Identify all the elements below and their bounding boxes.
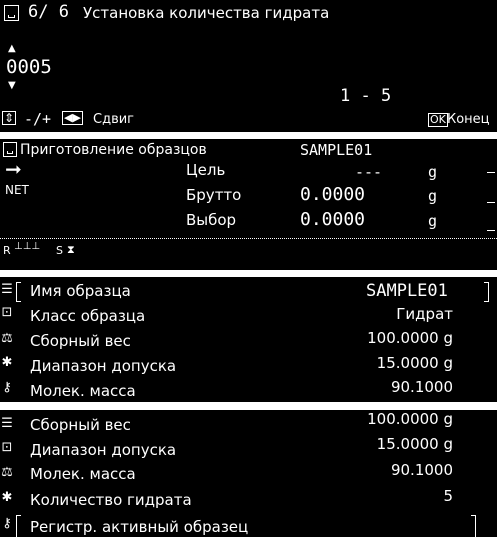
total-weight-value: 100.0000 g [367, 329, 453, 347]
mol-mass-value: 90.1000 [390, 461, 453, 479]
tolerance-value: 15.0000 g [376, 435, 453, 453]
arrow-right-icon: ➞ [5, 157, 22, 181]
tolerance-label[interactable]: Диапазон допуска [30, 441, 176, 459]
select-unit: g [428, 212, 438, 230]
arrow-up-icon[interactable]: ▲ [8, 43, 16, 54]
updown-key-icon[interactable]: ⇕ [2, 111, 17, 125]
arrow-down-icon[interactable]: ▼ [8, 80, 16, 91]
mol-mass-value: 90.1000 [390, 378, 453, 396]
selection-bracket-left [16, 282, 21, 302]
level-bar-3 [487, 230, 495, 231]
hydrate-count-label[interactable]: Количество гидрата [30, 491, 192, 509]
level-bar-2 [487, 202, 495, 203]
hydrate-count-value: 5 [443, 487, 453, 505]
gross-value: 0.0000 [300, 184, 366, 205]
selection-bracket-right [471, 515, 476, 537]
range-hint: 1 - 5 [340, 86, 392, 106]
stability-scale-icon: ⊥⊥⊥ [14, 241, 41, 252]
sample-prep-panel: Приготовление образцов SAMPLE01 ➞ NET Це… [0, 139, 497, 270]
hydrate-settings-panel: ☰ ⊡ ⚖ ✱ ⚷ Сборный вес 100.0000 g Диапазо… [0, 410, 497, 537]
hydrate-count-input[interactable]: 0005 [6, 56, 52, 78]
end-label: Конец [447, 112, 490, 127]
ok-key[interactable]: OK [428, 113, 448, 127]
list-icon: ☰ [1, 416, 13, 431]
key-icon: ⚷ [2, 516, 12, 531]
scale-icon: ⚖ [1, 465, 13, 480]
total-weight-label[interactable]: Сборный вес [30, 416, 131, 434]
scale-icon: ⚖ [1, 331, 13, 346]
sample-class-value: Гидрат [396, 305, 453, 323]
total-weight-label[interactable]: Сборный вес [30, 332, 131, 350]
register-active-sample-item[interactable]: Регистр. активный образец [30, 518, 248, 536]
gear-icon: ✱ [1, 355, 13, 370]
mol-mass-label[interactable]: Молек. масса [30, 382, 136, 400]
sample-name-label[interactable]: Имя образца [30, 282, 131, 300]
list-icon: ☰ [1, 282, 13, 297]
gross-unit: g [428, 187, 438, 205]
target-value: --- [355, 163, 383, 181]
selection-bracket-left [16, 515, 21, 537]
key-icon: ⚷ [2, 380, 12, 395]
level-bar-1 [487, 172, 495, 173]
shift-key-icon[interactable]: ◀▶ [62, 111, 83, 125]
total-weight-value: 100.0000 g [367, 410, 453, 428]
doc-icon [4, 5, 19, 21]
doc-icon: ⊡ [1, 440, 13, 455]
gear-icon: ✱ [1, 490, 13, 505]
doc-icon [3, 142, 17, 157]
range-s-label: S [56, 244, 63, 257]
select-value: 0.0000 [300, 209, 366, 230]
page-title: Установка количества гидрата [83, 4, 330, 22]
status-divider [0, 238, 497, 239]
tolerance-label[interactable]: Диапазон допуска [30, 357, 176, 375]
target-label: Цель [186, 161, 226, 179]
shift-label: Сдвиг [93, 112, 135, 127]
sample-name-value: SAMPLE01 [366, 281, 448, 301]
tolerance-value: 15.0000 g [376, 354, 453, 372]
sample-name: SAMPLE01 [300, 141, 373, 159]
net-label: NET [5, 183, 29, 197]
mol-mass-label[interactable]: Молек. масса [30, 465, 136, 483]
range-r-label: R [3, 244, 11, 257]
hourglass-icon: ⧗ [67, 243, 75, 256]
page-indicator: 6/ 6 [28, 2, 69, 22]
doc-icon: ⊡ [1, 305, 13, 320]
select-label: Выбор [186, 211, 237, 229]
selection-bracket-right [484, 282, 489, 302]
sample-info-panel: ☰ ⊡ ⚖ ✱ ⚷ Имя образца SAMPLE01 Класс обр… [0, 277, 497, 402]
target-unit: g [428, 163, 438, 181]
sample-class-label[interactable]: Класс образца [30, 307, 145, 325]
prep-title: Приготовление образцов [20, 142, 207, 158]
hydrate-count-panel: 6/ 6 Установка количества гидрата ▲ 0005… [0, 0, 497, 132]
plus-minus-key[interactable]: -/+ [24, 110, 51, 128]
gross-label: Брутто [186, 186, 242, 204]
